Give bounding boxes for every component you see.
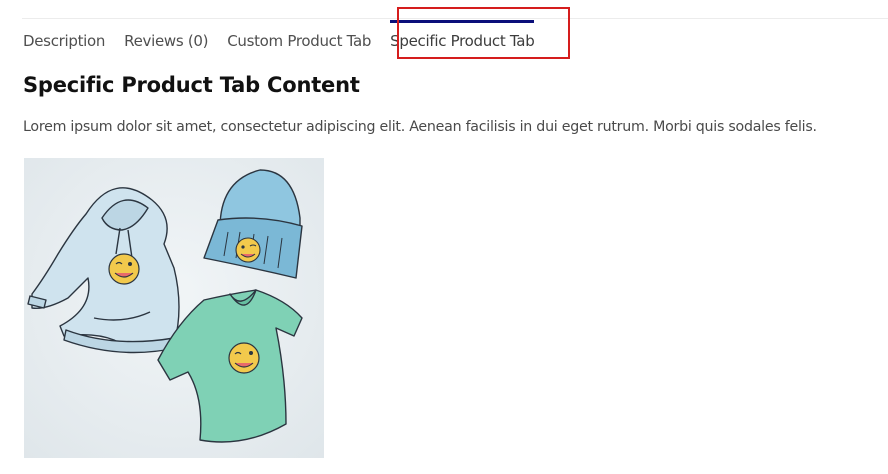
clothing-illustration [24, 158, 324, 458]
tab-reviews[interactable]: Reviews (0) [124, 32, 208, 50]
tab-content-paragraph: Lorem ipsum dolor sit amet, consectetur … [23, 119, 817, 135]
active-tab-highlight-box [397, 7, 570, 59]
product-tabs-page: Description Reviews (0) Custom Product T… [0, 0, 888, 474]
winking-emoji-icon [108, 253, 140, 285]
tab-custom-product[interactable]: Custom Product Tab [227, 32, 371, 50]
product-image [24, 158, 324, 458]
tab-description[interactable]: Description [23, 32, 105, 50]
tshirt-emoji-icon [228, 342, 260, 374]
beanie-emoji-icon [235, 237, 261, 263]
tab-content-heading: Specific Product Tab Content [23, 73, 360, 97]
